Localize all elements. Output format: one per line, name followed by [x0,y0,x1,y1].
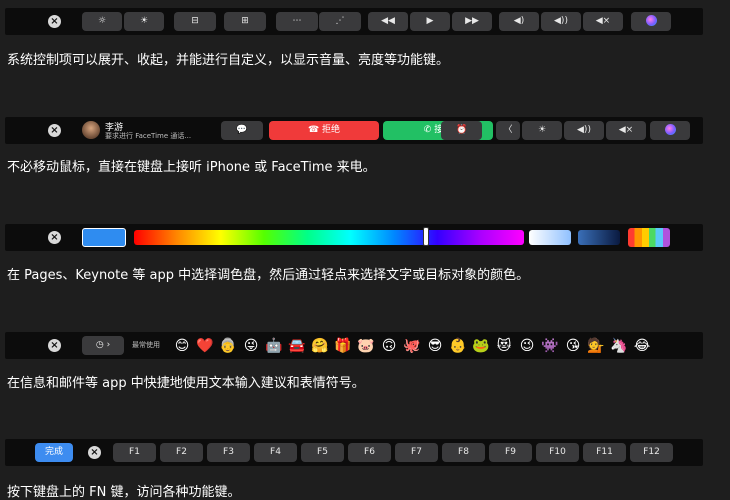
siri-key[interactable] [650,121,690,140]
emoji-key[interactable]: 🤖 [265,337,283,355]
emoji-key[interactable]: 🤗 [311,337,329,355]
f8-key[interactable]: F8 [442,443,485,462]
close-icon[interactable]: × [48,124,61,137]
f11-key[interactable]: F11 [583,443,626,462]
close-icon[interactable]: × [48,231,61,244]
touch-bar-function-keys: 完成 × F1 F2 F3 F4 F5 F6 F7 F8 F9 F10 F11 … [5,439,703,466]
emoji-key[interactable]: 😜 [242,337,260,355]
siri-icon [645,15,657,26]
tint-swatch-dark[interactable] [578,230,620,245]
siri-icon [664,124,676,135]
emoji-key[interactable]: 👾 [541,337,559,355]
chevron-right-icon: › [106,340,111,350]
emoji-key[interactable]: 😉 [518,337,536,355]
caption-emoji: 在信息和邮件等 app 中快捷地使用文本输入建议和表情符号。 [7,376,365,391]
mute-key[interactable]: ◀× [583,12,623,31]
frequently-used-label: 最常使用 [132,341,160,349]
chevron-left-icon[interactable]: 〈 [496,121,520,140]
tint-swatch-light[interactable] [529,230,571,245]
emoji-key[interactable]: 👶 [449,337,467,355]
emoji-key[interactable]: 🐸 [472,337,490,355]
f1-key[interactable]: F1 [113,443,156,462]
volume-up-key[interactable]: ◀)) [541,12,581,31]
emoji-key[interactable]: 🙃 [380,337,398,355]
brightness-down-key[interactable]: ☼ [82,12,122,31]
decline-button[interactable]: ☎ 拒绝 [269,121,379,140]
rewind-key[interactable]: ◀◀ [368,12,408,31]
phone-icon: ✆ [423,125,435,135]
caption-system-controls: 系统控制项可以展开、收起，并能进行自定义，以显示音量、亮度等功能键。 [7,53,450,68]
alarm-clock-key[interactable]: ⏰ [442,121,482,140]
emoji-key[interactable]: 🚘 [288,337,306,355]
touch-bar-color-picker: × [5,224,703,251]
brightness-key[interactable]: ☀ [522,121,562,140]
message-icon: 💬 [236,125,248,135]
hue-slider-handle[interactable] [423,227,429,246]
mission-control-key[interactable]: ⊟ [174,12,216,31]
emoji-key[interactable]: 😻 [495,337,513,355]
close-icon[interactable]: × [48,339,61,352]
f5-key[interactable]: F5 [301,443,344,462]
close-icon[interactable]: × [88,446,101,459]
avatar [82,121,100,139]
message-button[interactable]: 💬 [221,121,263,140]
volume-down-key[interactable]: ◀) [499,12,539,31]
f7-key[interactable]: F7 [395,443,438,462]
emoji-key[interactable]: 🐷 [357,337,375,355]
emoji-key[interactable]: 💁 [587,337,605,355]
caller-subtitle: 要求进行 FaceTime 通话... [105,132,192,140]
volume-key[interactable]: ◀)) [564,121,604,140]
color-palette-swatch[interactable] [628,228,670,247]
fast-forward-key[interactable]: ▶▶ [452,12,492,31]
emoji-key[interactable]: 🎁 [334,337,352,355]
emoji-key[interactable]: 👵 [219,337,237,355]
touch-bar-emoji: × ◷ › 最常使用 😊 ❤️ 👵 😜 🤖 🚘 🤗 🎁 🐷 🙃 🐙 😎 👶 🐸 … [5,332,703,359]
caption-incoming-call: 不必移动鼠标，直接在键盘上接听 iPhone 或 FaceTime 来电。 [7,160,376,175]
mute-key[interactable]: ◀× [606,121,646,140]
play-pause-key[interactable]: ▶ [410,12,450,31]
launchpad-key[interactable]: ⊞ [224,12,266,31]
f2-key[interactable]: F2 [160,443,203,462]
f12-key[interactable]: F12 [630,443,673,462]
f9-key[interactable]: F9 [489,443,532,462]
selected-color-swatch[interactable] [82,228,126,247]
emoji-key[interactable]: 😘 [564,337,582,355]
emoji-key[interactable]: 🐙 [403,337,421,355]
f4-key[interactable]: F4 [254,443,297,462]
keyboard-brightness-up-key[interactable]: ⋰ [319,12,361,31]
clock-icon: ◷ [95,340,104,350]
caption-color-picker: 在 Pages、Keynote 等 app 中选择调色盘，然后通过轻点来选择文字… [7,268,530,283]
emoji-key[interactable]: 🦄 [610,337,628,355]
emoji-key[interactable]: 😊 [173,337,191,355]
emoji-category-button[interactable]: ◷ › [82,336,124,355]
touch-bar-incoming-call: × 李游 要求进行 FaceTime 通话... 💬 ☎ 拒绝 ✆ 接受 ⏰ 〈… [5,117,703,144]
caption-function-keys: 按下键盘上的 FN 键，访问各种功能键。 [7,485,241,500]
done-button[interactable]: 完成 [35,443,73,462]
alarm-clock-icon: ⏰ [456,125,468,135]
f3-key[interactable]: F3 [207,443,250,462]
hue-spectrum-slider[interactable] [134,230,524,245]
emoji-key[interactable]: 😎 [426,337,444,355]
f6-key[interactable]: F6 [348,443,391,462]
keyboard-brightness-down-key[interactable]: ⋯ [276,12,318,31]
brightness-up-key[interactable]: ☀ [124,12,164,31]
touch-bar-system-controls: × ☼ ☀ ⊟ ⊞ ⋯ ⋰ ◀◀ ▶ ▶▶ ◀) ◀)) ◀× [5,8,703,35]
phone-down-icon: ☎ [307,125,323,135]
siri-key[interactable] [631,12,671,31]
decline-label: 拒绝 [322,125,341,135]
close-icon[interactable]: × [48,15,61,28]
emoji-key[interactable]: 😂 [633,337,651,355]
f10-key[interactable]: F10 [536,443,579,462]
emoji-key[interactable]: ❤️ [196,337,214,355]
